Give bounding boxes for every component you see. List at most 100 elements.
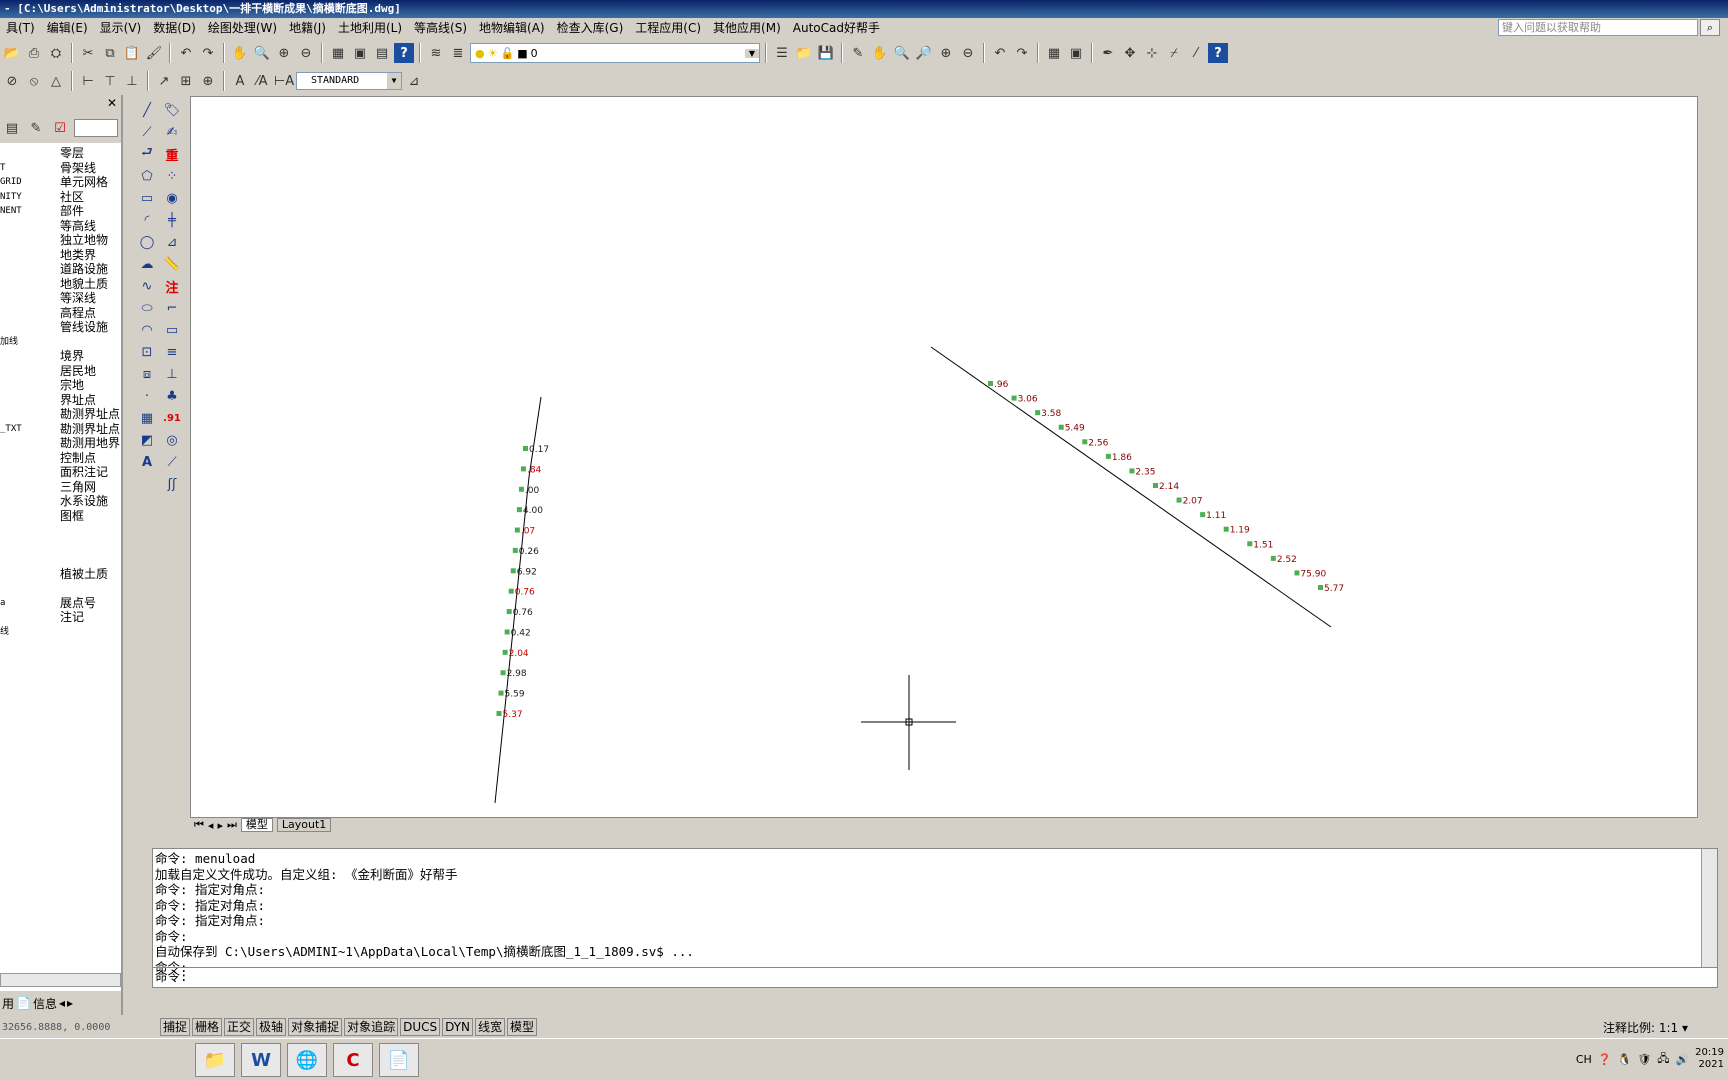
- zoom-realtime-icon[interactable]: 🔍: [252, 43, 272, 63]
- volume-icon[interactable]: 🔊: [1675, 1053, 1689, 1066]
- menu-item[interactable]: 检查入库(G): [551, 18, 630, 38]
- text-style-icon[interactable]: A: [230, 71, 250, 91]
- tab-model[interactable]: 模型: [240, 818, 273, 832]
- status-toggle[interactable]: 模型: [507, 1018, 538, 1036]
- fence-icon[interactable]: ╪: [161, 210, 183, 230]
- annotate-char-icon[interactable]: 注: [161, 276, 183, 296]
- notepad-icon[interactable]: 📄: [379, 1043, 419, 1077]
- wave-icon[interactable]: ʃʃ: [161, 474, 183, 494]
- menu-item[interactable]: 绘图处理(W): [202, 18, 283, 38]
- layer-row[interactable]: 宗地: [0, 377, 121, 393]
- status-toggle[interactable]: 线宽: [475, 1018, 506, 1036]
- undo-icon[interactable]: ↶: [176, 43, 196, 63]
- insert-block-icon[interactable]: ⊡: [136, 342, 158, 362]
- menu-item[interactable]: 等高线(S): [408, 18, 473, 38]
- cut-icon[interactable]: ✂: [78, 43, 98, 63]
- break-icon[interactable]: ⌿: [1164, 43, 1184, 63]
- network-icon[interactable]: 🖧: [1657, 1050, 1669, 1069]
- status-toggle[interactable]: 正交: [224, 1018, 255, 1036]
- layer-row[interactable]: 境界: [0, 348, 121, 364]
- pan-hand-icon[interactable]: ✋: [870, 43, 890, 63]
- layer-dropdown[interactable]: ● ☀ 🔓 ■ 0 ▼: [470, 43, 760, 63]
- status-toggle[interactable]: 极轴: [256, 1018, 287, 1036]
- print-icon[interactable]: ⎙: [24, 43, 44, 63]
- zoom-window-icon-2[interactable]: 🔎: [914, 43, 934, 63]
- pencil-icon[interactable]: ✎: [848, 43, 868, 63]
- hatch-icon[interactable]: ▦: [136, 408, 158, 428]
- spline-icon[interactable]: ∿: [136, 276, 158, 296]
- no-snap-icon[interactable]: ⊘: [2, 71, 22, 91]
- extend-icon[interactable]: ⁄: [1186, 43, 1206, 63]
- cass-icon[interactable]: C: [333, 1043, 373, 1077]
- open-file-icon[interactable]: 📁: [794, 43, 814, 63]
- menu-item[interactable]: 其他应用(M): [707, 18, 787, 38]
- copy-icon[interactable]: ⧉: [100, 43, 120, 63]
- box-icon[interactable]: ▭: [161, 320, 183, 340]
- tab-first-icon[interactable]: ⏮: [194, 818, 204, 832]
- target-icon[interactable]: ◎: [161, 430, 183, 450]
- checkbox-icon[interactable]: ☑: [50, 118, 70, 138]
- menu-item[interactable]: 地籍(J): [283, 18, 332, 38]
- edit-icon[interactable]: ✍: [161, 122, 183, 142]
- tab-next-icon[interactable]: ▸: [217, 819, 223, 832]
- tab-use[interactable]: 用: [2, 995, 14, 1012]
- point-icon[interactable]: ·: [136, 386, 158, 406]
- layer-row[interactable]: 线: [0, 624, 121, 640]
- zoom-minus-icon[interactable]: ⊖: [958, 43, 978, 63]
- annotation-scale[interactable]: 注释比例: 1:1 ▾: [1603, 1019, 1688, 1036]
- pen-icon[interactable]: ✒: [1098, 43, 1118, 63]
- layer-row[interactable]: 面积注记: [0, 464, 121, 480]
- region-icon[interactable]: ◩: [136, 430, 158, 450]
- dim-baseline-icon[interactable]: ⊥: [122, 71, 142, 91]
- move-icon[interactable]: ✥: [1120, 43, 1140, 63]
- word-icon[interactable]: W: [241, 1043, 281, 1077]
- zoom-previous-icon[interactable]: ⊖: [296, 43, 316, 63]
- tag-icon[interactable]: 🏷: [161, 100, 183, 120]
- tolerance-icon[interactable]: ⊞: [176, 71, 196, 91]
- layer-row[interactable]: 道路设施: [0, 261, 121, 277]
- status-toggle[interactable]: DYN: [442, 1018, 474, 1036]
- menu-item[interactable]: AutoCad好帮手: [787, 18, 886, 38]
- tab-layout1[interactable]: Layout1: [276, 818, 332, 832]
- menu-item[interactable]: 具(T): [0, 18, 41, 38]
- layer-row[interactable]: 勘测用地界: [0, 435, 121, 451]
- layer-row[interactable]: 注记: [0, 609, 121, 625]
- polygon-icon[interactable]: ⬠: [136, 166, 158, 186]
- make-block-icon[interactable]: ⧈: [136, 364, 158, 384]
- center-mark-icon[interactable]: ⊕: [198, 71, 218, 91]
- dim-linear-icon[interactable]: ⊢: [78, 71, 98, 91]
- lightbulb-icon[interactable]: ●: [475, 47, 485, 60]
- help-icon-2[interactable]: ?: [1208, 43, 1228, 63]
- zoom-in-icon[interactable]: 🔍: [892, 43, 912, 63]
- folder-icon[interactable]: 📁: [195, 1043, 235, 1077]
- linetype-icon[interactable]: ☰: [772, 43, 792, 63]
- dim-aligned-icon[interactable]: ⊤: [100, 71, 120, 91]
- layer-row[interactable]: NENT 部件: [0, 203, 121, 219]
- properties-icon-2[interactable]: ▦: [1044, 43, 1064, 63]
- triangle-icon[interactable]: △: [46, 71, 66, 91]
- layer-row[interactable]: 独立地物: [0, 232, 121, 248]
- step-icon[interactable]: ⌐: [161, 298, 183, 318]
- redo-icon-2[interactable]: ↷: [1012, 43, 1032, 63]
- drawing-canvas[interactable]: 0.17 .84 .00 4.00 .07 0.26 6.92 0.76 0.76 0.42 2.0…: [190, 96, 1698, 818]
- dim-edit-icon[interactable]: ⁄A: [252, 71, 272, 91]
- ellipse-icon[interactable]: ⬭: [136, 298, 158, 318]
- layer-row[interactable]: 水系设施: [0, 493, 121, 509]
- construction-line-icon[interactable]: ⟋: [136, 122, 158, 142]
- help-icon[interactable]: ?: [394, 43, 414, 63]
- menu-item[interactable]: 数据(D): [147, 18, 202, 38]
- globe-icon[interactable]: 🌐: [287, 1043, 327, 1077]
- properties-icon[interactable]: ▦: [328, 43, 348, 63]
- heavy-char-icon[interactable]: 重: [161, 144, 183, 164]
- polyline-icon[interactable]: ⮐: [136, 144, 158, 164]
- tab-prev-icon[interactable]: ◂: [59, 996, 65, 1010]
- command-input[interactable]: 命令:: [153, 967, 1717, 987]
- tab-info[interactable]: 信息: [33, 995, 57, 1012]
- elevation-icon[interactable]: .91: [161, 408, 183, 428]
- ruler-icon[interactable]: 📏: [161, 254, 183, 274]
- status-toggle[interactable]: 栅格: [192, 1018, 223, 1036]
- leader-icon[interactable]: ↗: [154, 71, 174, 91]
- help-search-icon[interactable]: ⌕: [1700, 19, 1720, 36]
- status-toggle[interactable]: DUCS: [400, 1018, 441, 1036]
- layer-row[interactable]: 图框: [0, 508, 121, 524]
